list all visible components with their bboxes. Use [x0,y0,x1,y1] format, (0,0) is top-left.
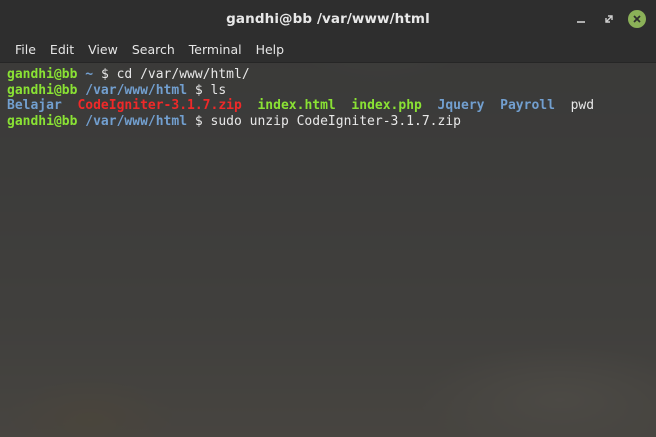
ls-entry-file: pwd [570,98,595,113]
menu-bar: File Edit View Search Terminal Help [0,38,656,63]
prompt-symbol: $ [194,82,203,98]
prompt-line: gandhi@bb /var/www/html $ ls [7,83,648,99]
menu-help[interactable]: Help [249,38,292,62]
ls-entry-zip: CodeIgniter-3.1.7.zip [77,98,242,113]
command-text: cd /var/www/html/ [108,67,250,82]
prompt-path: /var/www/html [77,82,195,98]
prompt-user: gandhi@bb [7,113,78,129]
maximize-icon [605,15,613,23]
window-controls [572,10,646,28]
menu-terminal[interactable]: Terminal [182,38,249,62]
ls-entry-exec: index.php [351,98,422,113]
ls-entry-dir: Payroll [500,98,555,113]
prompt-user: gandhi@bb [7,82,78,98]
menu-edit[interactable]: Edit [43,38,81,62]
ls-entry-exec: index.html [257,98,336,113]
menu-file[interactable]: File [8,38,43,62]
ls-entry-dir: Belajar [7,98,62,113]
maximize-button[interactable] [600,10,618,28]
window-title: gandhi@bb /var/www/html [226,11,430,27]
title-bar[interactable]: gandhi@bb /var/www/html [0,0,656,38]
ls-entry-dir: Jquery [437,98,485,113]
minimize-icon [577,21,585,23]
prompt-line: gandhi@bb ~ $ cd /var/www/html/ [7,67,648,83]
prompt-symbol: $ [100,67,109,82]
command-text: ls [202,82,227,98]
prompt-path: ~ [77,67,101,82]
terminal-window: gandhi@bb /var/www/html File Edit View S… [0,0,656,437]
close-button[interactable] [628,10,646,28]
prompt-symbol: $ [194,113,203,129]
menu-search[interactable]: Search [125,38,182,62]
prompt-path: /var/www/html [77,113,195,129]
ls-output-line: Belajar CodeIgniter-3.1.7.zip index.html… [7,98,648,114]
minimize-button[interactable] [572,10,590,28]
command-text: sudo unzip CodeIgniter-3.1.7.zip [202,113,461,129]
prompt-line: gandhi@bb /var/www/html $ sudo unzip Cod… [7,114,648,130]
prompt-user: gandhi@bb [7,67,78,82]
terminal-output[interactable]: gandhi@bb ~ $ cd /var/www/html/ gandhi@b… [0,63,656,437]
close-icon [633,15,641,23]
menu-view[interactable]: View [81,38,125,62]
